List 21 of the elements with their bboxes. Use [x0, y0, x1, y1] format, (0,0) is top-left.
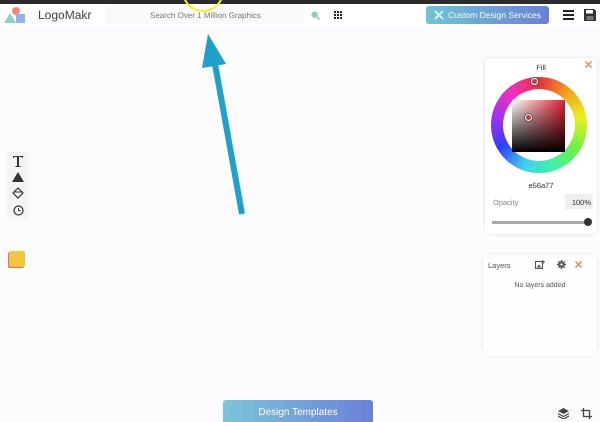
color-picker-handle[interactable]	[525, 114, 532, 121]
slider-thumb[interactable]	[584, 218, 592, 226]
diamond-tool-icon[interactable]	[12, 187, 24, 199]
triangle-tool-icon[interactable]	[12, 172, 24, 182]
templates-button[interactable]: Design Templates	[223, 400, 373, 422]
hue-handle[interactable]	[531, 78, 538, 85]
search-field[interactable]: Search Over 1 Million Graphics	[105, 6, 306, 24]
add-image-icon[interactable]	[535, 260, 545, 269]
settings-icon[interactable]	[557, 260, 566, 269]
menu-icon[interactable]	[563, 10, 574, 20]
saturation-square[interactable]	[512, 100, 565, 152]
tools-icon	[434, 10, 444, 20]
logo-text: LogoMakr	[38, 7, 92, 24]
save-icon[interactable]	[584, 9, 596, 21]
grid-icon[interactable]	[334, 10, 344, 20]
text-tool-icon[interactable]	[12, 155, 24, 167]
color-swatch[interactable]	[9, 251, 25, 267]
crop-icon[interactable]	[581, 408, 592, 419]
history-icon[interactable]	[12, 204, 24, 216]
layers-icon[interactable]	[558, 408, 569, 419]
custom-services-button[interactable]: Custom Design Services	[426, 6, 549, 24]
